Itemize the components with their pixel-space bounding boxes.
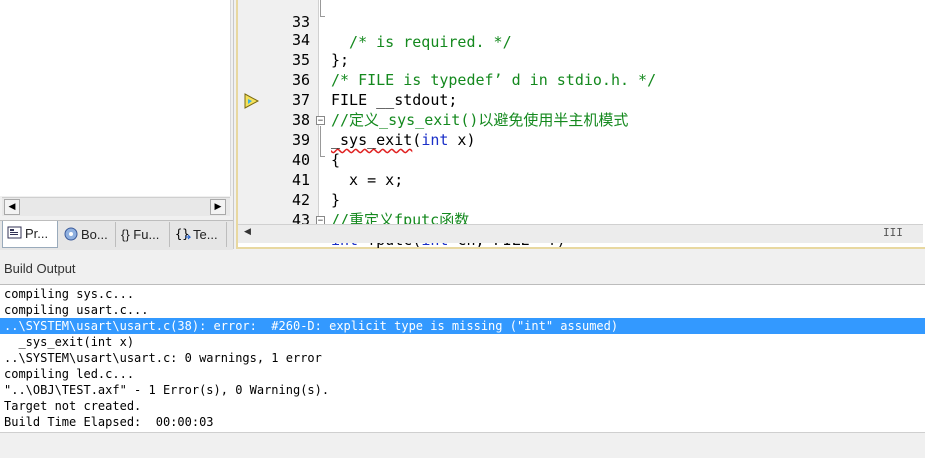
code-text: { [331, 151, 341, 169]
tab-templates-label: Te... [193, 227, 218, 242]
code-text: /* is required. */ [331, 33, 512, 51]
code-line-37[interactable]: 37 //定义_sys_exit()以避免使用半主机模式 [238, 70, 628, 129]
build-output-panel[interactable]: compiling sys.c... compiling usart.c... … [0, 284, 925, 433]
line-number: 35 [291, 51, 310, 69]
code-text: x = x; [331, 171, 404, 189]
output-line[interactable]: compiling led.c... [0, 366, 925, 382]
line-number: 38 [291, 111, 310, 129]
tab-functions[interactable]: {} Fu... [117, 222, 170, 247]
error-underlined-identifier: _sys_exit [331, 131, 413, 149]
line-number: 33 [291, 13, 310, 31]
line-number: 40 [291, 151, 310, 169]
project-pane: ◀ ▶ Pr... Bo... {} Fu... {} Te... [0, 0, 234, 250]
scroll-left-arrow-icon[interactable]: ◀ [244, 227, 251, 237]
fold-end-mark [320, 16, 325, 17]
fold-collapse-icon[interactable]: − [316, 116, 325, 126]
build-output-scrollbar[interactable] [0, 432, 925, 458]
code-line-36[interactable]: 36 FILE __stdout; [238, 50, 458, 109]
code-text: }; [331, 51, 350, 69]
build-output-header: Build Output [0, 252, 925, 284]
code-line-43[interactable]: 43 int fputc(int ch, FILE *f) [238, 190, 566, 249]
scroll-left-arrow-icon[interactable]: ◀ [4, 199, 20, 215]
line-number: 37 [291, 91, 310, 109]
project-icon [7, 223, 23, 239]
tab-templates[interactable]: {} Te... [171, 222, 227, 247]
output-line[interactable]: compiling usart.c... [0, 302, 925, 318]
code-text: FILE __stdout; [331, 91, 458, 109]
output-line[interactable]: Target not created. [0, 398, 925, 414]
code-line-39[interactable]: 39 { [238, 110, 340, 169]
code-text: } [331, 191, 341, 209]
output-line[interactable]: "..\OBJ\TEST.axf" - 1 Error(s), 0 Warnin… [0, 382, 925, 398]
scroll-grip[interactable]: III [883, 226, 903, 239]
code-line-41[interactable]: 41 } [238, 150, 340, 209]
code-text: //定义_sys_exit()以避免使用半主机模式 [331, 111, 629, 129]
line-number: 39 [291, 131, 310, 149]
tab-project-label: Pr... [25, 226, 49, 241]
output-line[interactable]: ..\SYSTEM\usart\usart.c: 0 warnings, 1 e… [0, 350, 925, 366]
keyword: int [421, 131, 449, 149]
fold-guide [320, 126, 321, 156]
build-output-title: Build Output [4, 261, 76, 276]
tab-functions-label: {} Fu... [121, 227, 160, 242]
editor-horizontal-scrollbar[interactable]: ◀ III [238, 224, 923, 243]
output-line[interactable]: Build Time Elapsed: 00:00:03 [0, 414, 925, 430]
code-text: /* FILE is typedef’ d in stdio.h. */ [331, 71, 657, 89]
output-line[interactable]: _sys_exit(int x) [0, 334, 925, 350]
code-line-34[interactable]: 34 }; [238, 10, 349, 69]
project-tabs: Pr... Bo... {} Fu... {} Te... [0, 220, 233, 250]
code-line-35[interactable]: 35 /* FILE is typedef’ d in stdio.h. */ [238, 30, 656, 89]
line-number: 34 [291, 31, 310, 49]
code-line-42[interactable]: 42 //重定义fputc函数 [238, 170, 469, 229]
code-text: _sys_exit(int x) [331, 130, 476, 150]
output-line-error-selected[interactable]: ..\SYSTEM\usart\usart.c(38): error: #260… [0, 318, 925, 334]
tab-project[interactable]: Pr... [2, 221, 58, 248]
code-line-44[interactable]: 44 { [238, 210, 274, 224]
line-number: 36 [291, 71, 310, 89]
fold-guide [320, 0, 321, 16]
paren: ( [412, 131, 422, 149]
line-number: 41 [291, 171, 310, 189]
code-line-40[interactable]: 40 x = x; [238, 130, 403, 189]
output-line[interactable]: compiling sys.c... [0, 286, 925, 302]
code-line-38[interactable]: 38 _sys_exit(int x) [238, 90, 476, 149]
code-rest: x) [448, 131, 476, 149]
templates-icon: {} [175, 224, 192, 241]
line-number: 42 [291, 191, 310, 209]
fold-end-mark [320, 156, 325, 157]
tab-books[interactable]: Bo... [59, 222, 116, 247]
code-editor[interactable]: 33 /* is required. */ 34 }; 35 /* FILE i… [236, 0, 925, 249]
scroll-right-arrow-icon[interactable]: ▶ [210, 199, 226, 215]
project-horizontal-scrollbar[interactable]: ◀ ▶ [2, 197, 230, 216]
tab-books-label: Bo... [81, 227, 108, 242]
project-tree[interactable] [0, 0, 231, 196]
books-icon [63, 224, 79, 241]
svg-text:{}: {} [175, 227, 189, 241]
